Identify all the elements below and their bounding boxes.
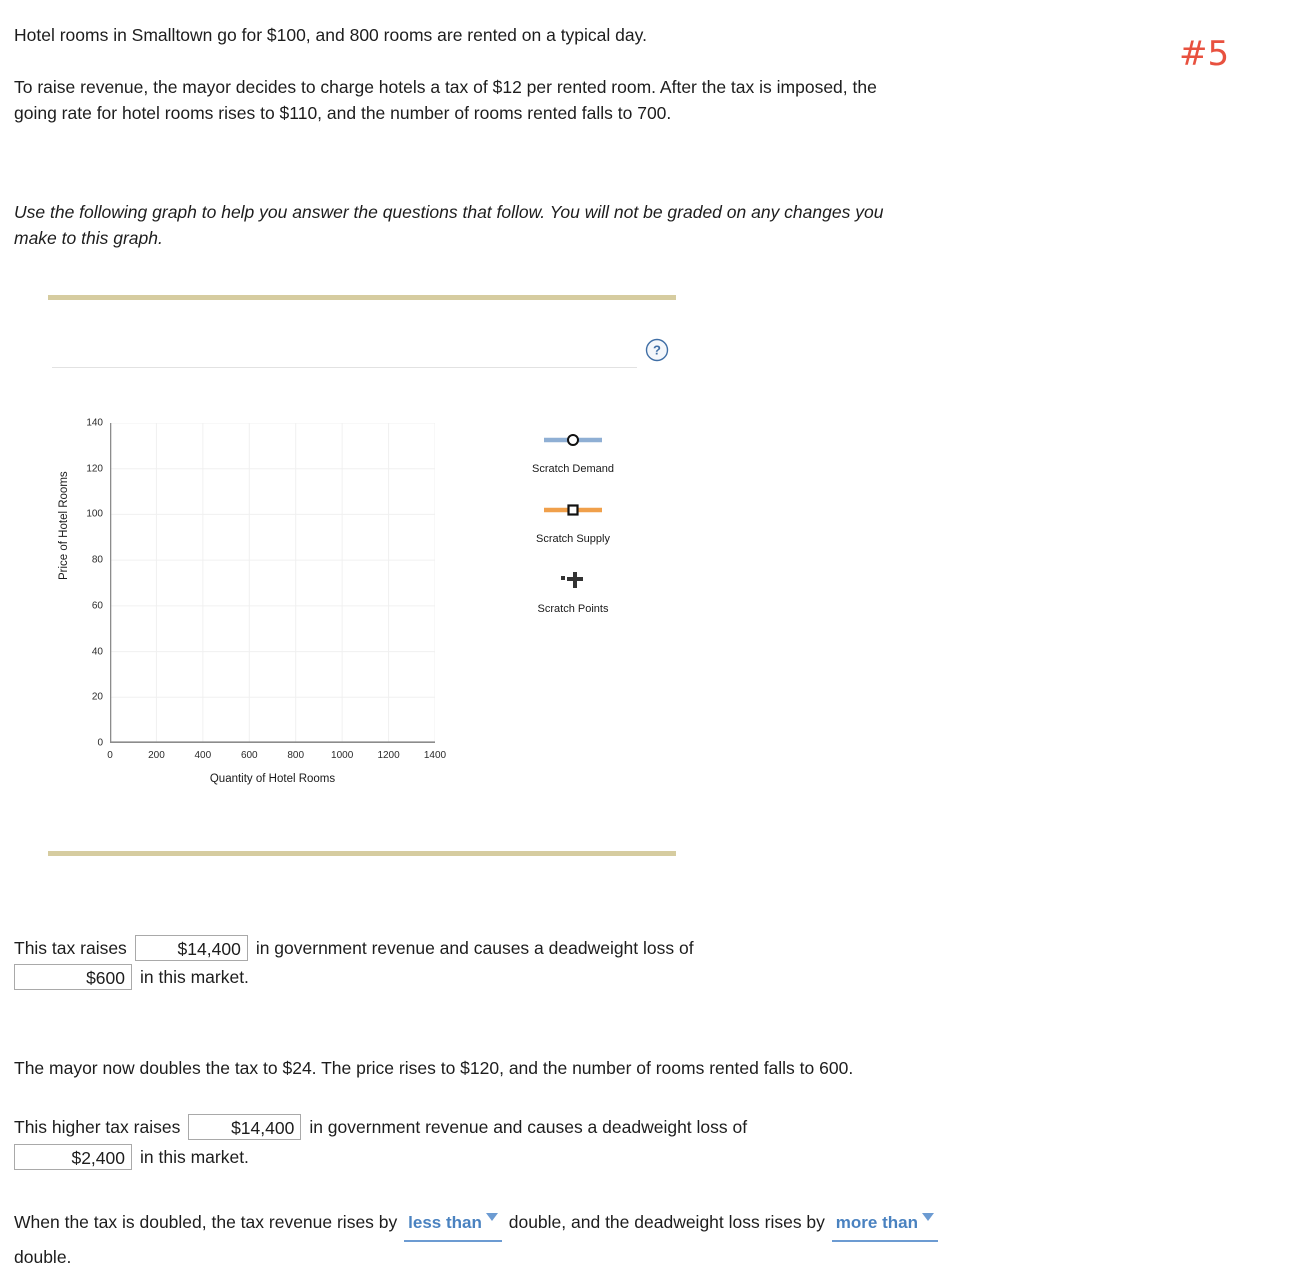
x-tick-1400: 1400 (423, 750, 447, 761)
x-tick-1000: 1000 (331, 750, 354, 761)
graph-widget: ? Price of Hotel Rooms 0 20 40 60 80 100 120 14… (48, 295, 676, 860)
chevron-down-icon (485, 1213, 498, 1221)
graph-instruction-text: Use the following graph to help you answ… (14, 202, 884, 248)
answer-2-suffix: in this market. (140, 1147, 249, 1167)
legend-label-scratch-supply: Scratch Supply (536, 533, 610, 545)
answer-2-prefix: This higher tax raises (14, 1117, 181, 1137)
question-mark-icon[interactable]: ? (645, 338, 669, 362)
plot-grid (110, 423, 435, 743)
answer-1-middle: in government revenue and causes a deadw… (255, 938, 694, 958)
y-tick-140: 140 (86, 417, 103, 429)
svg-text:?: ? (653, 343, 661, 358)
x-tick-400: 400 (194, 750, 212, 761)
problem-number-annotation: #5 (1179, 34, 1230, 74)
y-tick-100: 100 (86, 508, 103, 520)
problem-paragraph-2: To raise revenue, the mayor decides to c… (14, 77, 877, 123)
answer-1-suffix: in this market. (140, 967, 249, 987)
y-tick-40: 40 (91, 646, 103, 658)
legend-item-scratch-points[interactable]: Scratch Points (468, 571, 678, 615)
legend-label-scratch-demand: Scratch Demand (532, 463, 614, 475)
problem-paragraph-1: Hotel rooms in Smalltown go for $100, an… (14, 25, 647, 45)
dwl-comparison-value: more than (835, 1213, 918, 1232)
y-tick-80: 80 (91, 554, 103, 566)
x-axis-title: Quantity of Hotel Rooms (209, 773, 336, 785)
graph-title-rule (52, 367, 637, 368)
answer-line-1: This tax raises $14,400 in government re… (14, 933, 694, 963)
answer-3-middle: double, and the deadweight loss rises by (508, 1212, 825, 1232)
revenue-comparison-dropdown[interactable]: less than (404, 1208, 502, 1242)
y-tick-120: 120 (86, 463, 103, 475)
problem-paragraph-3: The mayor now doubles the tax to $24. Th… (14, 1058, 854, 1078)
answer-3-suffix: double. (14, 1247, 72, 1267)
tax-revenue-input[interactable]: $14,400 (134, 935, 248, 961)
plot-area[interactable]: Price of Hotel Rooms 0 20 40 60 80 100 120 140 … (48, 415, 676, 795)
legend-item-scratch-demand[interactable]: Scratch Demand (468, 431, 678, 475)
answer-line-1b: $600 in this market. (14, 962, 249, 992)
legend-label-scratch-points: Scratch Points (537, 603, 609, 615)
x-tick-200: 200 (148, 750, 165, 761)
scratch-points-swatch-icon (468, 571, 678, 589)
scratch-supply-swatch-icon (468, 501, 678, 519)
dwl-comparison-dropdown[interactable]: more than (831, 1208, 938, 1242)
answer-line-2: This higher tax raises $14,400 in govern… (14, 1112, 747, 1142)
answer-line-2b: $2,400 in this market. (14, 1142, 249, 1172)
answer-1-prefix: This tax raises (14, 938, 127, 958)
scratch-demand-swatch-icon (468, 431, 678, 449)
answer-3-prefix: When the tax is doubled, the tax revenue… (14, 1212, 398, 1232)
x-tick-600: 600 (240, 750, 258, 761)
x-tick-1200: 1200 (377, 750, 400, 761)
higher-deadweight-loss-input[interactable]: $2,400 (14, 1144, 132, 1170)
y-tick-60: 60 (91, 600, 103, 612)
legend-item-scratch-supply[interactable]: Scratch Supply (468, 501, 678, 545)
y-tick-0: 0 (97, 737, 103, 749)
answer-line-3: When the tax is doubled, the tax revenue… (14, 1207, 964, 1272)
deadweight-loss-input[interactable]: $600 (14, 964, 132, 990)
answer-2-middle: in government revenue and causes a deadw… (309, 1117, 748, 1137)
plot-axes: 0 20 40 60 80 100 120 140 0 200 400 600 800 1000 1200… (86, 418, 446, 762)
y-tick-20: 20 (91, 691, 103, 703)
revenue-comparison-value: less than (408, 1213, 482, 1232)
x-tick-0: 0 (107, 750, 113, 761)
higher-tax-revenue-input[interactable]: $14,400 (188, 1114, 302, 1140)
graph-bottom-divider (48, 851, 676, 856)
x-tick-800: 800 (287, 750, 305, 761)
graph-top-divider (48, 295, 676, 300)
chevron-down-icon (921, 1213, 934, 1221)
y-axis-title: Price of Hotel Rooms (58, 471, 70, 580)
